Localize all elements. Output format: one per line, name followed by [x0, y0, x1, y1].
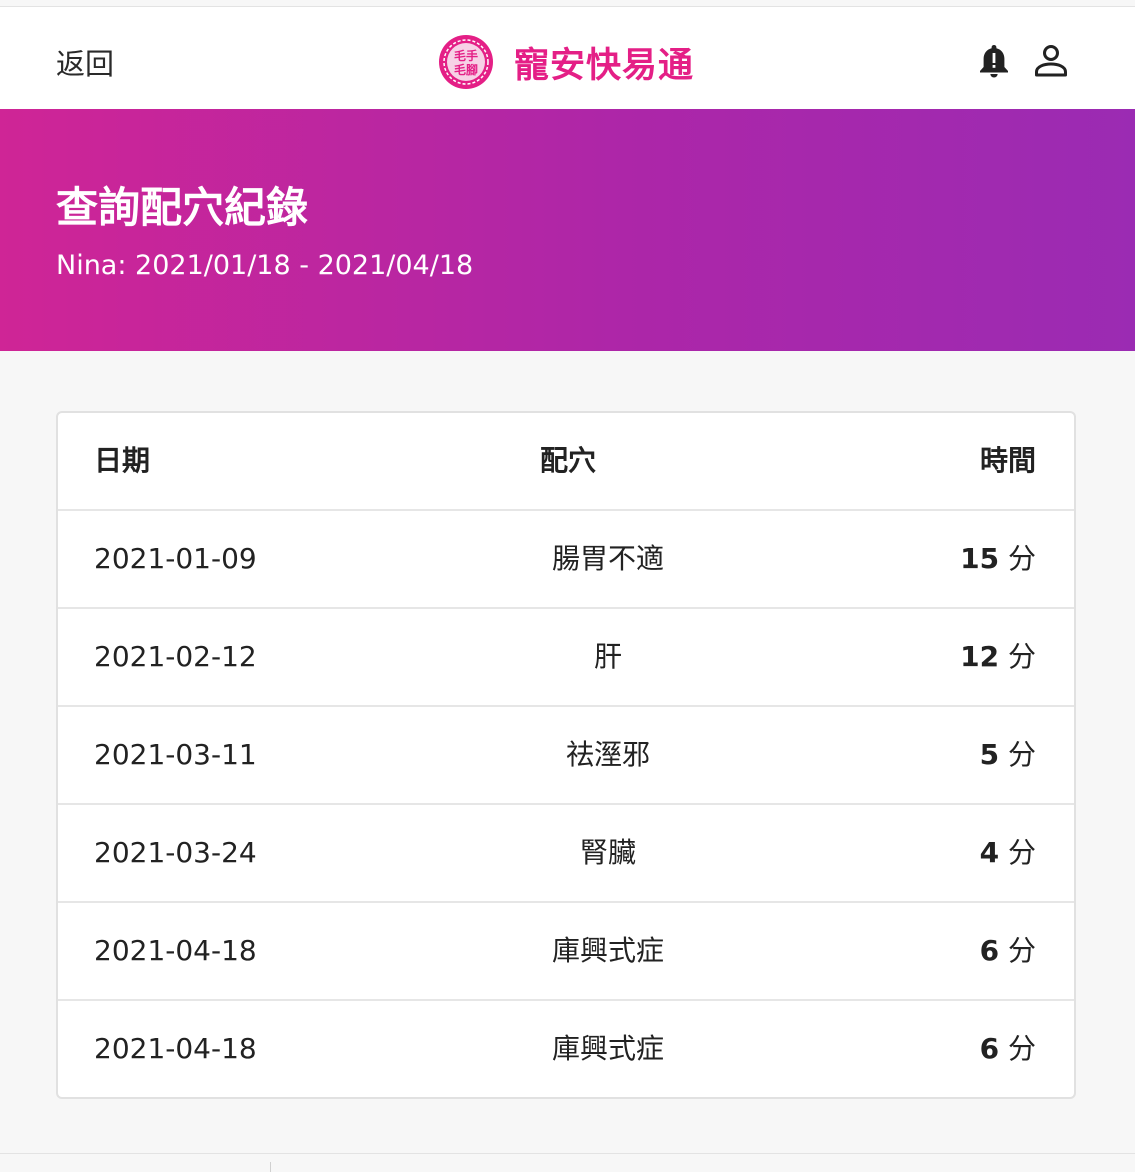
- brand[interactable]: 毛手 毛腳 寵安快易通: [437, 32, 694, 92]
- row-minutes: 4: [979, 836, 1000, 869]
- row-time: 6 分: [980, 1001, 1036, 1097]
- logo-text-top: 毛手: [454, 48, 478, 63]
- row-date: 2021-01-09: [94, 542, 257, 575]
- row-unit: 分: [1007, 542, 1036, 575]
- bottom-divider: [0, 1153, 1135, 1154]
- bottom-tab-divider: [270, 1162, 271, 1172]
- table-row[interactable]: 2021-04-18 庫興式症 6 分: [58, 903, 1074, 1001]
- row-time: 12 分: [960, 609, 1036, 705]
- brand-logo: 毛手 毛腳: [437, 33, 495, 91]
- records-table: 日期 配穴 時間 2021-01-09 腸胃不適 15 分 2021-02-12 肝 12…: [56, 411, 1076, 1099]
- row-minutes: 6: [979, 934, 1000, 967]
- table-row[interactable]: 2021-03-24 腎臟 4 分: [58, 805, 1074, 903]
- user-icon[interactable]: [1031, 41, 1071, 81]
- page-title: 查詢配穴紀錄: [56, 183, 309, 232]
- row-minutes: 12: [960, 640, 1000, 673]
- row-time: 15 分: [960, 511, 1036, 607]
- row-unit: 分: [1007, 640, 1036, 673]
- logo-text-bottom: 毛腳: [454, 62, 478, 77]
- row-time: 5 分: [980, 707, 1036, 803]
- row-date: 2021-04-18: [94, 934, 257, 967]
- table-row[interactable]: 2021-02-12 肝 12 分: [58, 609, 1074, 707]
- top-navbar: 返回 毛手 毛腳 寵安快易通: [0, 7, 1135, 109]
- back-button[interactable]: 返回: [56, 41, 114, 83]
- row-date: 2021-04-18: [94, 1032, 257, 1065]
- top-border: [0, 0, 1135, 7]
- row-minutes: 6: [979, 1032, 1000, 1065]
- row-minutes: 15: [960, 542, 1000, 575]
- header-point: 配穴: [539, 444, 596, 477]
- row-time: 4 分: [980, 805, 1036, 901]
- row-point: 庫興式症: [551, 934, 664, 967]
- row-unit: 分: [1007, 1032, 1036, 1065]
- page-subtitle: Nina: 2021/01/18 - 2021/04/18: [56, 250, 474, 281]
- row-point: 腸胃不適: [551, 542, 664, 575]
- row-unit: 分: [1007, 934, 1036, 967]
- row-point: 庫興式症: [551, 1032, 664, 1065]
- table-row[interactable]: 2021-01-09 腸胃不適 15 分: [58, 511, 1074, 609]
- table-row[interactable]: 2021-04-18 庫興式症 6 分: [58, 1001, 1074, 1097]
- row-date: 2021-03-11: [94, 738, 257, 771]
- header-date: 日期: [94, 444, 151, 477]
- table-header: 日期 配穴 時間: [58, 413, 1074, 511]
- table-row[interactable]: 2021-03-11 祛溼邪 5 分: [58, 707, 1074, 805]
- row-unit: 分: [1007, 738, 1036, 771]
- row-point: 祛溼邪: [565, 738, 650, 771]
- brand-name: 寵安快易通: [514, 45, 695, 86]
- header-time: 時間: [979, 444, 1036, 477]
- row-point: 腎臟: [579, 836, 636, 869]
- page-header: 查詢配穴紀錄 Nina: 2021/01/18 - 2021/04/18: [0, 109, 1135, 351]
- bell-alert-icon[interactable]: [974, 41, 1014, 81]
- row-date: 2021-02-12: [94, 640, 257, 673]
- row-point: 肝: [593, 640, 622, 673]
- row-minutes: 5: [979, 738, 1000, 771]
- row-date: 2021-03-24: [94, 836, 257, 869]
- row-unit: 分: [1007, 836, 1036, 869]
- row-time: 6 分: [980, 903, 1036, 999]
